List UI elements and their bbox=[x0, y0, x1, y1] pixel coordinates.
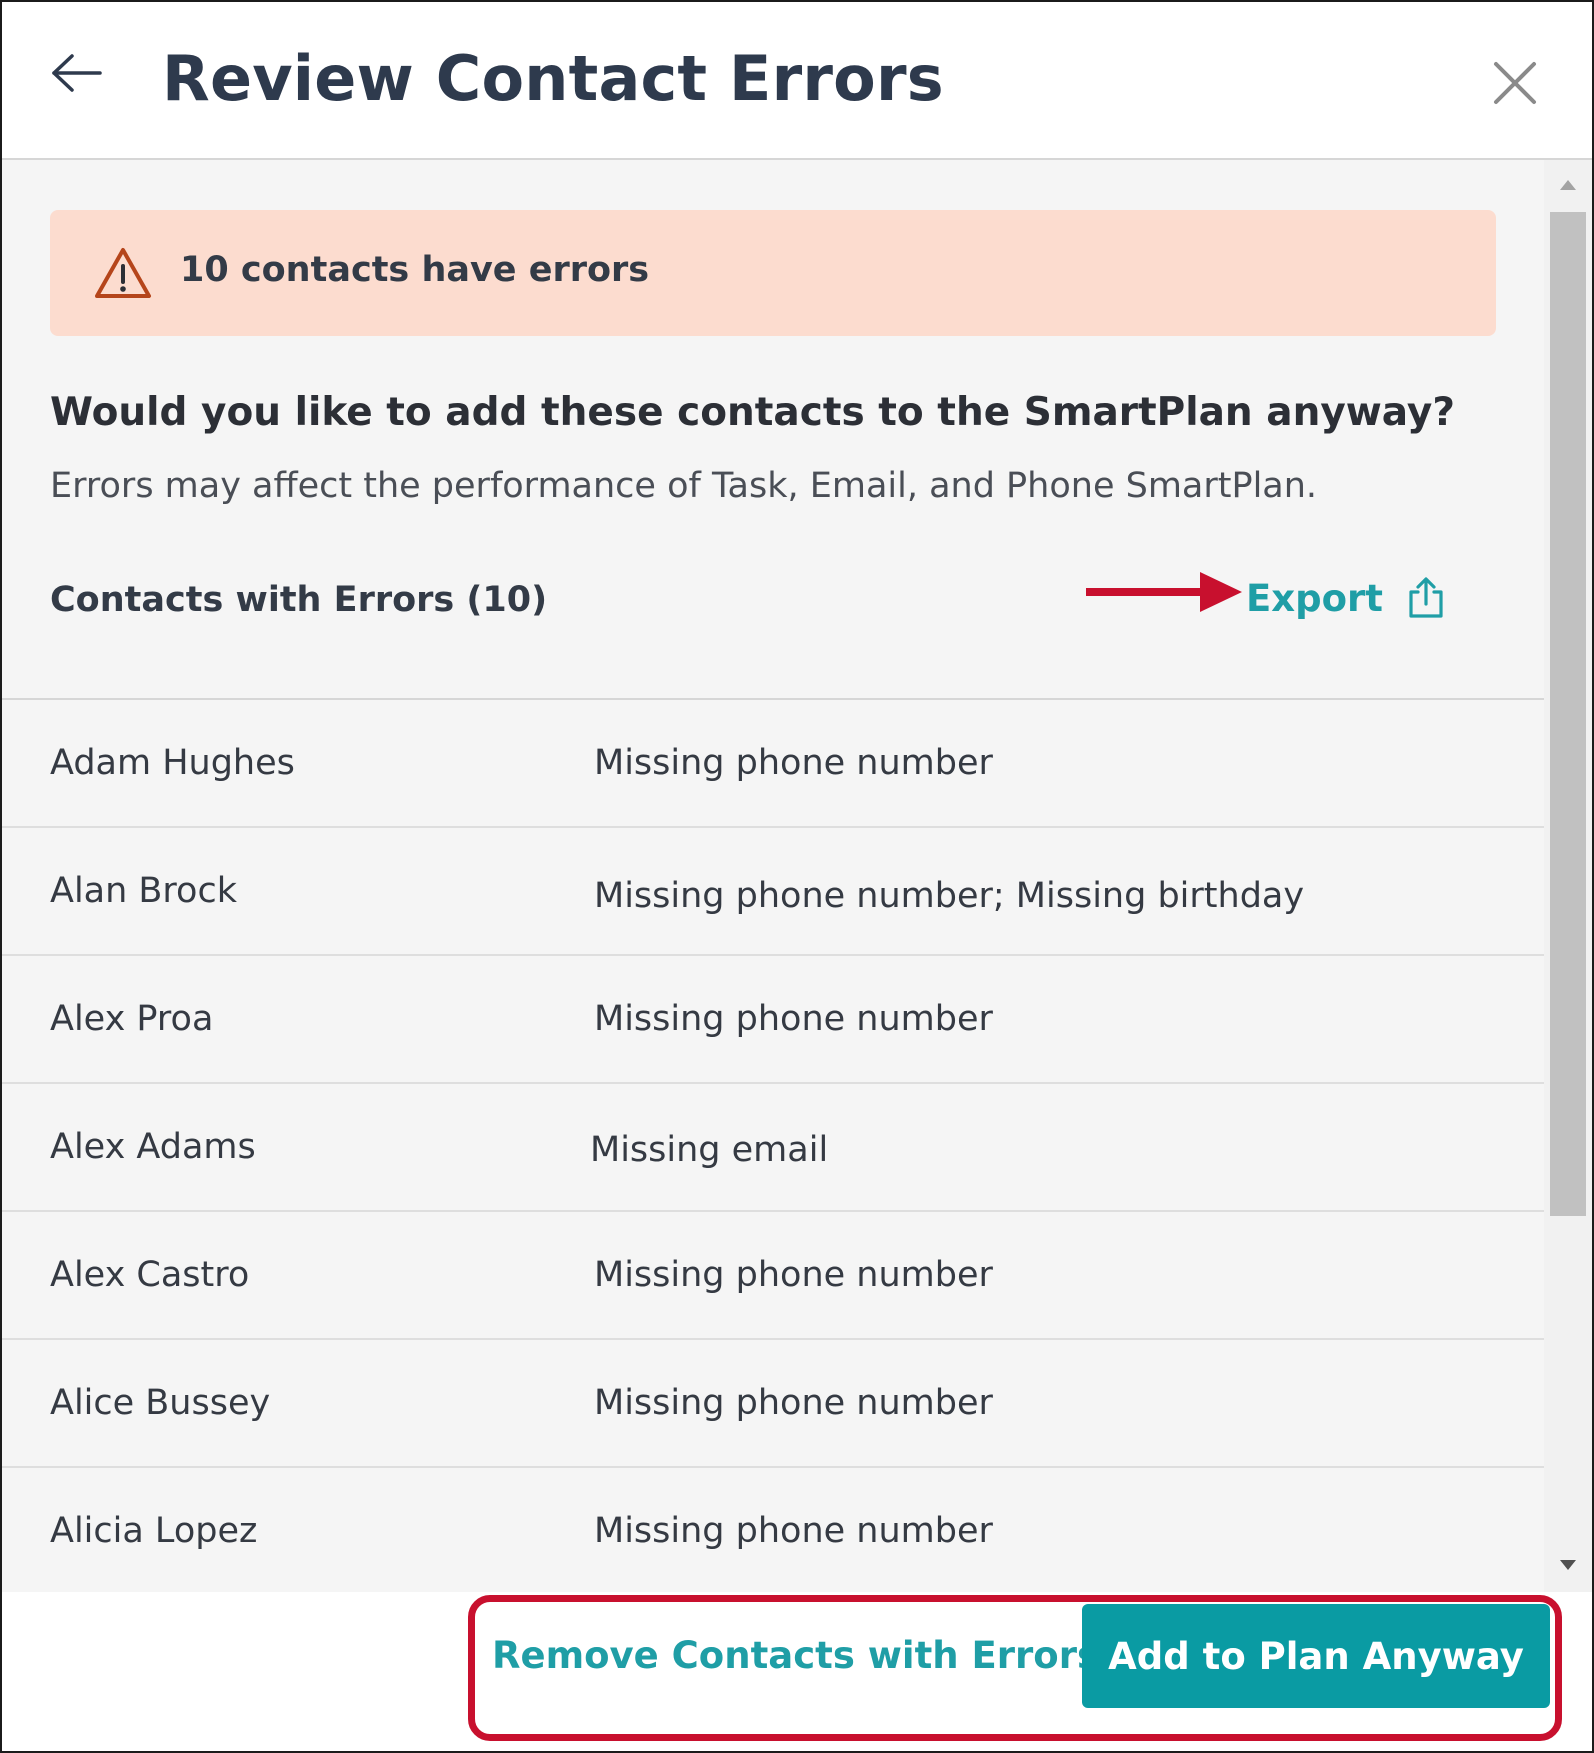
vertical-scrollbar[interactable] bbox=[1544, 160, 1592, 1592]
confirmation-question: Would you like to add these contacts to … bbox=[50, 390, 1455, 435]
contact-error: Missing phone number bbox=[594, 1255, 993, 1295]
dialog-body: 10 contacts have errors Would you like t… bbox=[2, 160, 1592, 1592]
list-item: Alex Castro Missing phone number bbox=[2, 1212, 1544, 1340]
dialog-header: Review Contact Errors bbox=[2, 2, 1592, 160]
contact-error: Missing phone number bbox=[594, 1383, 993, 1423]
contact-name: Alex Proa bbox=[50, 999, 214, 1039]
contact-name: Alicia Lopez bbox=[50, 1511, 258, 1551]
back-button[interactable] bbox=[50, 54, 116, 102]
list-item: Alan Brock Missing phone number; Missing… bbox=[2, 828, 1544, 956]
remove-contacts-button[interactable]: Remove Contacts with Errors bbox=[492, 1634, 1099, 1677]
list-item: Adam Hughes Missing phone number bbox=[2, 700, 1544, 828]
add-to-plan-button[interactable]: Add to Plan Anyway bbox=[1082, 1604, 1550, 1708]
contact-name: Alex Castro bbox=[50, 1255, 250, 1295]
warning-triangle-icon bbox=[95, 248, 151, 298]
list-item: Alex Proa Missing phone number bbox=[2, 956, 1544, 1084]
contact-error: Missing email bbox=[590, 1130, 829, 1170]
contact-name: Alex Adams bbox=[50, 1127, 256, 1167]
scrollbar-thumb[interactable] bbox=[1550, 212, 1586, 1216]
contacts-error-list: Adam Hughes Missing phone number Alan Br… bbox=[2, 700, 1544, 1592]
dialog-footer: Remove Contacts with Errors Add to Plan … bbox=[2, 1592, 1592, 1751]
close-button[interactable] bbox=[1490, 58, 1540, 108]
scroll-up-arrow-icon[interactable] bbox=[1544, 172, 1592, 196]
share-upload-icon bbox=[1409, 577, 1443, 618]
contact-error: Missing phone number bbox=[594, 743, 993, 783]
contact-name: Alice Bussey bbox=[50, 1383, 271, 1423]
contact-name: Adam Hughes bbox=[50, 743, 295, 783]
export-label: Export bbox=[1246, 576, 1383, 620]
close-icon bbox=[1494, 62, 1536, 104]
list-item: Alex Adams Missing email bbox=[2, 1084, 1544, 1212]
alert-message: 10 contacts have errors bbox=[180, 250, 650, 290]
list-item: Alicia Lopez Missing phone number bbox=[2, 1468, 1544, 1592]
scroll-down-arrow-icon[interactable] bbox=[1544, 1554, 1592, 1578]
contact-name: Alan Brock bbox=[50, 871, 237, 911]
warning-description: Errors may affect the performance of Tas… bbox=[50, 466, 1318, 506]
contacts-section-title: Contacts with Errors (10) bbox=[50, 580, 548, 620]
arrow-left-icon bbox=[52, 54, 102, 92]
error-alert-banner: 10 contacts have errors bbox=[50, 210, 1496, 336]
export-button[interactable]: Export bbox=[1246, 572, 1447, 624]
contact-error: Missing phone number bbox=[594, 999, 993, 1039]
contact-error: Missing phone number bbox=[594, 1511, 993, 1551]
list-item: Alice Bussey Missing phone number bbox=[2, 1340, 1544, 1468]
contact-error: Missing phone number; Missing birthday bbox=[594, 876, 1305, 916]
annotation-arrow-icon bbox=[1086, 572, 1242, 612]
page-title: Review Contact Errors bbox=[162, 42, 944, 115]
review-contact-errors-dialog: Review Contact Errors 10 contacts have e… bbox=[0, 0, 1594, 1753]
